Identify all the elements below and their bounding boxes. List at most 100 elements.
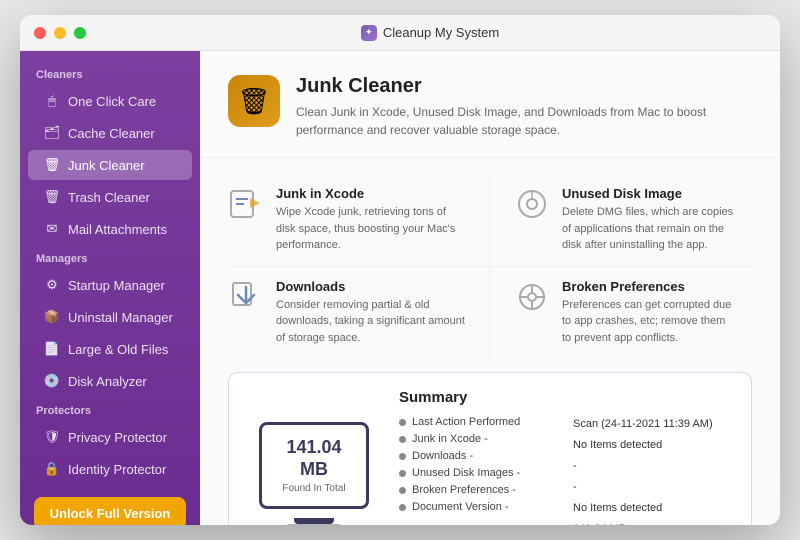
downloads-icon — [228, 279, 264, 315]
header-text: Junk Cleaner Clean Junk in Xcode, Unused… — [296, 75, 746, 139]
summary-rows: Last Action Performed Junk in Xcode - Do… — [399, 416, 731, 525]
sidebar-item-label: One Click Care — [68, 94, 156, 109]
privacy-icon: 🛡 — [44, 429, 60, 445]
feature-broken-preferences: Broken Preferences Preferences can get c… — [490, 267, 752, 359]
dot-icon — [399, 470, 406, 477]
summary-value: - — [573, 458, 731, 474]
close-button[interactable] — [34, 27, 46, 39]
features-grid: Junk in Xcode Wipe Xcode junk, retrievin… — [200, 174, 780, 358]
junk-cleaner-app-icon: 🗑 — [228, 75, 280, 127]
managers-section-label: Managers — [20, 245, 200, 269]
summary-values-col: Scan (24-11-2021 11:39 AM) No Items dete… — [573, 416, 731, 525]
sidebar-item-label: Trash Cleaner — [68, 190, 150, 205]
sidebar-item-startup-manager[interactable]: ⚙ Startup Manager — [28, 270, 192, 300]
feature-broken-text: Broken Preferences Preferences can get c… — [562, 279, 736, 347]
window-title: ✦ Cleanup My System — [94, 25, 766, 41]
summary-data: Summary Last Action Performed Junk in Xc… — [399, 389, 731, 525]
label-text: Downloads - — [412, 450, 473, 462]
sidebar-item-label: Large & Old Files — [68, 342, 168, 357]
sidebar-item-disk-analyzer[interactable]: 💿 Disk Analyzer — [28, 366, 192, 396]
summary-value: No Items detected — [573, 437, 731, 453]
feature-desc: Delete DMG files, which are copies of ap… — [562, 204, 736, 254]
dot-icon — [399, 487, 406, 494]
minimize-button[interactable] — [54, 27, 66, 39]
label-text: Last Action Performed — [412, 416, 520, 428]
main-window: ✦ Cleanup My System Cleaners 🖱 One Click… — [20, 15, 780, 525]
sidebar-item-label: Mail Attachments — [68, 222, 167, 237]
summary-title: Summary — [399, 389, 731, 406]
sidebar-item-mail-attachments[interactable]: ✉ Mail Attachments — [28, 214, 192, 244]
disk-image-icon — [514, 186, 550, 222]
label-text: Unused Disk Images - — [412, 467, 520, 479]
summary-value: No Items detected — [573, 500, 731, 516]
app-title-icon: ✦ — [361, 25, 377, 41]
summary-label-row: Last Action Performed — [399, 416, 557, 428]
total-size: 141.04 MB — [274, 437, 354, 480]
feature-title: Downloads — [276, 279, 465, 294]
summary-label-row: Downloads - — [399, 450, 557, 462]
uninstall-icon: 📦 — [44, 309, 60, 325]
feature-desc: Wipe Xcode junk, retrieving tons of disk… — [276, 204, 465, 254]
sidebar-item-label: Cache Cleaner — [68, 126, 155, 141]
sidebar-item-label: Identity Protector — [68, 462, 166, 477]
feature-desc: Preferences can get corrupted due to app… — [562, 297, 736, 347]
dot-icon — [399, 419, 406, 426]
feature-downloads-text: Downloads Consider removing partial & ol… — [276, 279, 465, 347]
label-text: Document Version - — [412, 501, 509, 513]
sidebar-item-cache-cleaner[interactable]: 🗂 Cache Cleaner — [28, 118, 192, 148]
monitor-display: 141.04 MB Found In Total — [259, 422, 369, 508]
page-title: Junk Cleaner — [296, 75, 746, 98]
trash-cleaner-icon: 🗑 — [44, 189, 60, 205]
cache-cleaner-icon: 🗂 — [44, 125, 60, 141]
summary-label-row: Document Version - — [399, 501, 557, 513]
size-label: Found In Total — [274, 483, 354, 494]
sidebar-item-label: Disk Analyzer — [68, 374, 147, 389]
feature-unused-disk-image: Unused Disk Image Delete DMG files, whic… — [490, 174, 752, 267]
broken-prefs-icon — [514, 279, 550, 315]
maximize-button[interactable] — [74, 27, 86, 39]
unlock-button[interactable]: Unlock Full Version — [34, 497, 186, 525]
protectors-section-label: Protectors — [20, 397, 200, 421]
title-bar: ✦ Cleanup My System — [20, 15, 780, 51]
startup-icon: ⚙ — [44, 277, 60, 293]
sidebar-item-privacy-protector[interactable]: 🛡 Privacy Protector — [28, 422, 192, 452]
sidebar-item-one-click-care[interactable]: 🖱 One Click Care — [28, 86, 192, 116]
dot-icon — [399, 504, 406, 511]
feature-disk-text: Unused Disk Image Delete DMG files, whic… — [562, 186, 736, 254]
feature-title: Broken Preferences — [562, 279, 736, 294]
junk-cleaner-icon: 🗑 — [44, 157, 60, 173]
summary-labels-col: Last Action Performed Junk in Xcode - Do… — [399, 416, 557, 525]
sidebar-footer: Unlock Full Version — [20, 485, 200, 525]
content-header: 🗑 Junk Cleaner Clean Junk in Xcode, Unus… — [200, 51, 780, 158]
sidebar-item-label: Privacy Protector — [68, 430, 167, 445]
summary-visual: 141.04 MB Found In Total — [249, 389, 379, 525]
sidebar-item-trash-cleaner[interactable]: 🗑 Trash Cleaner — [28, 182, 192, 212]
summary-label-row: Broken Preferences - — [399, 484, 557, 496]
summary-section: 141.04 MB Found In Total Summary Last Ac… — [228, 372, 752, 525]
sidebar-item-identity-protector[interactable]: 🔒 Identity Protector — [28, 454, 192, 484]
page-description: Clean Junk in Xcode, Unused Disk Image, … — [296, 103, 746, 139]
feature-desc: Consider removing partial & old download… — [276, 297, 465, 347]
sidebar-item-label: Startup Manager — [68, 278, 165, 293]
dot-icon — [399, 436, 406, 443]
summary-label-row: Unused Disk Images - — [399, 467, 557, 479]
sidebar-item-junk-cleaner[interactable]: 🗑 Junk Cleaner — [28, 150, 192, 180]
sidebar-item-large-old-files[interactable]: 📄 Large & Old Files — [28, 334, 192, 364]
summary-value: - — [573, 479, 731, 495]
dot-icon — [399, 453, 406, 460]
feature-junk-xcode-text: Junk in Xcode Wipe Xcode junk, retrievin… — [276, 186, 465, 254]
xcode-icon — [228, 186, 264, 222]
summary-value: 141.04 MB — [573, 521, 731, 525]
feature-title: Junk in Xcode — [276, 186, 465, 201]
feature-downloads: Downloads Consider removing partial & ol… — [228, 267, 490, 359]
sidebar-item-uninstall-manager[interactable]: 📦 Uninstall Manager — [28, 302, 192, 332]
label-text: Broken Preferences - — [412, 484, 516, 496]
sidebar-item-label: Junk Cleaner — [68, 158, 145, 173]
label-text: Junk in Xcode - — [412, 433, 488, 445]
summary-label-row: Junk in Xcode - — [399, 433, 557, 445]
summary-value: Scan (24-11-2021 11:39 AM) — [573, 416, 731, 432]
one-click-care-icon: 🖱 — [44, 93, 60, 109]
mail-icon: ✉ — [44, 221, 60, 237]
sidebar: Cleaners 🖱 One Click Care 🗂 Cache Cleane… — [20, 51, 200, 525]
disk-icon: 💿 — [44, 373, 60, 389]
